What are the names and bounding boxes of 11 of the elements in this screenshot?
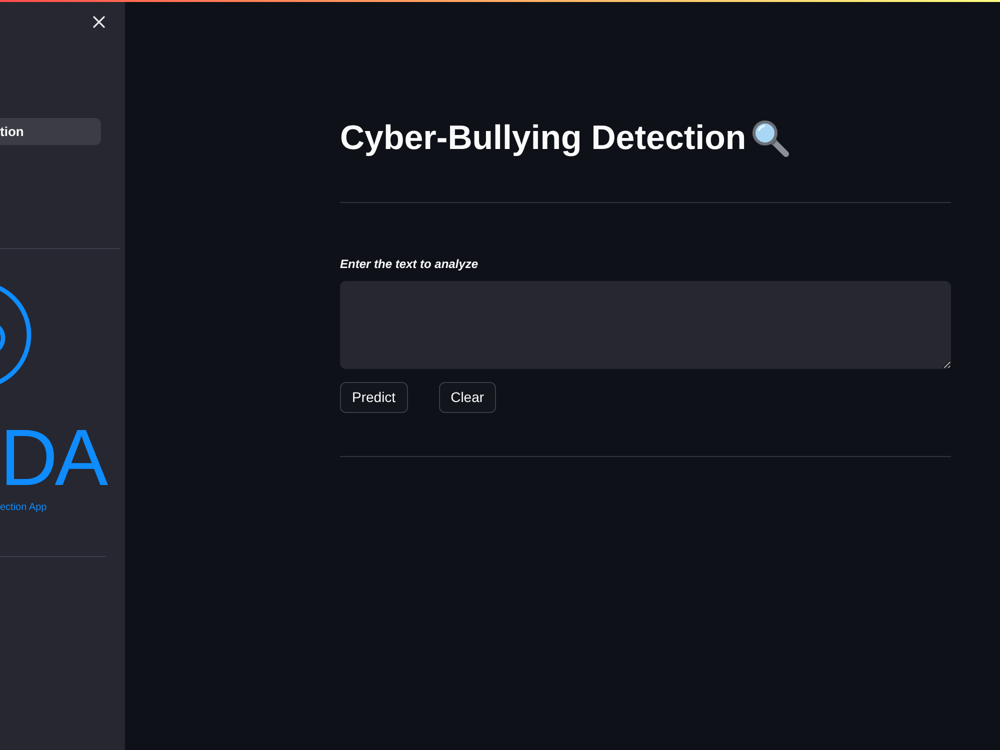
logo-wordmark: DA [0,418,108,498]
field-label: Enter the text to analyze [340,256,480,272]
nav-link[interactable]: tion [0,118,101,145]
close-icon [93,16,105,28]
logo-tagline: ection App [0,501,48,515]
search-icon [750,118,790,158]
page-title: Cyber-Bullying Detection [340,118,746,159]
text-input-field[interactable] [340,281,951,369]
close-button[interactable] [91,14,107,30]
action-button[interactable]: Clear [438,382,496,413]
action-button[interactable]: Predict [340,382,408,413]
